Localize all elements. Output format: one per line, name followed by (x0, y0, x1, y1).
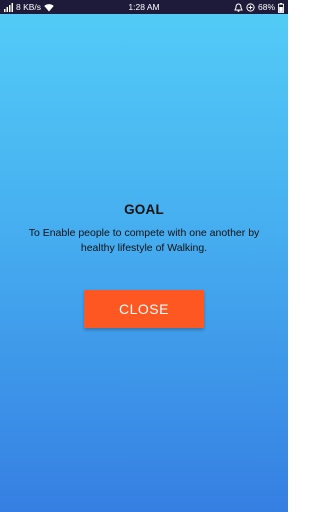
data-saver-icon (246, 2, 255, 12)
close-button[interactable]: CLOSE (84, 290, 204, 328)
goal-description: To Enable people to compete with one ano… (28, 227, 260, 254)
battery-percent: 68% (257, 2, 275, 12)
app-screen: 8 KB/s 1:28 AM 68% GOAL To Enable people… (0, 0, 288, 512)
goal-title: GOAL (124, 202, 164, 217)
status-bar: 8 KB/s 1:28 AM 68% (0, 0, 288, 14)
status-bar-right: 68% (234, 0, 284, 14)
alarm-icon (234, 2, 243, 12)
battery-icon (278, 2, 284, 13)
